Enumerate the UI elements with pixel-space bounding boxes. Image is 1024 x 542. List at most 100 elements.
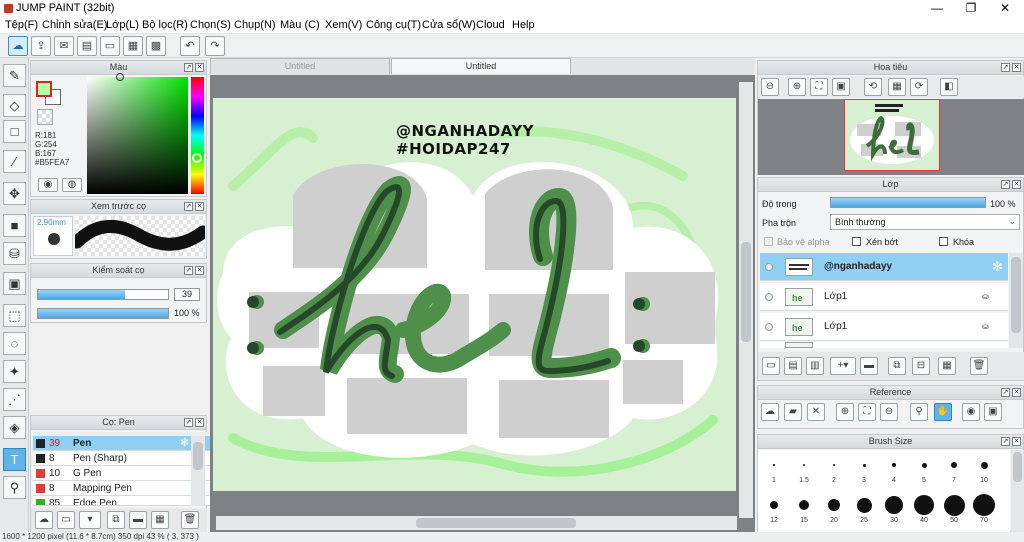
panel-close-icon[interactable]: ✕	[195, 202, 204, 211]
reference-cloud-icon[interactable]: ☁	[761, 403, 779, 421]
flip-icon[interactable]: ◧	[940, 78, 958, 96]
rotate-right-icon[interactable]: ⟳	[910, 78, 928, 96]
share-icon[interactable]: ⇪	[31, 36, 51, 56]
brush-size-cell[interactable]: 15	[789, 492, 819, 526]
undo-icon[interactable]: ↶	[180, 36, 200, 56]
zoom-out-icon[interactable]: ⊖	[761, 78, 779, 96]
panel-float-icon[interactable]: ↗	[184, 266, 193, 275]
layer-visibility-icon[interactable]	[765, 323, 773, 331]
new-brush-icon[interactable]: ▭	[57, 511, 75, 529]
lock-checkbox[interactable]	[939, 237, 948, 246]
hand-icon[interactable]: ✋	[934, 403, 952, 421]
hue-cursor[interactable]	[192, 153, 202, 163]
panel-close-icon[interactable]: ✕	[1012, 180, 1021, 189]
drawing-canvas[interactable]: @NGANHADAYY #HOIDAP247	[213, 98, 736, 491]
panel-close-icon[interactable]: ✕	[195, 266, 204, 275]
brush-size-cell[interactable]: 30	[879, 492, 909, 526]
canvas-horizontal-scrollbar[interactable]	[216, 516, 737, 530]
message-icon[interactable]: ▤	[77, 36, 97, 56]
ref-fit-icon[interactable]: ⛶	[858, 403, 876, 421]
brush-size-cell[interactable]: 5	[909, 452, 939, 486]
rect-tool-icon[interactable]: □	[3, 120, 26, 143]
palette-edit-icon[interactable]: ◍	[62, 178, 82, 192]
menu-help[interactable]: Help	[512, 19, 535, 31]
duplicate-layer-icon[interactable]: ⧉	[888, 357, 906, 375]
gradient-tool-icon[interactable]: ▣	[3, 272, 26, 295]
select-pen-tool-icon[interactable]: ⋰	[3, 388, 26, 411]
close-reference-icon[interactable]: ✕	[807, 403, 825, 421]
panel-close-icon[interactable]: ✕	[1012, 63, 1021, 72]
brush-settings-icon[interactable]: ✻	[180, 436, 189, 449]
eyedropper-tool-icon[interactable]: ⚲	[3, 476, 26, 499]
delete-layer-icon[interactable]: 🗑	[970, 357, 988, 375]
maximize-button[interactable]: ❐	[954, 0, 988, 17]
new-raster-icon[interactable]: ▤	[784, 357, 802, 375]
delete-brush-icon[interactable]: 🗑	[181, 511, 199, 529]
layer-visibility-icon[interactable]	[765, 293, 773, 301]
ref-rotate-icon[interactable]: ◉	[962, 403, 980, 421]
brush-size-cell[interactable]: 1.5	[789, 452, 819, 486]
layer-row[interactable]: he Lớp1 ⛀	[760, 313, 1008, 341]
panel-float-icon[interactable]: ↗	[184, 418, 193, 427]
layer-row[interactable]: @nganhadayy ✻	[760, 253, 1008, 281]
redo-icon[interactable]: ↷	[205, 36, 225, 56]
panel-close-icon[interactable]: ✕	[195, 63, 204, 72]
eraser-tool-icon[interactable]: ◇	[3, 94, 26, 117]
new-layer-icon[interactable]: ▭	[762, 357, 780, 375]
tab-untitled-2[interactable]: Untitled	[391, 58, 571, 74]
brush-size-cell[interactable]: 10	[969, 452, 999, 486]
page-icon[interactable]: ▭	[100, 36, 120, 56]
foreground-color-swatch[interactable]	[36, 81, 52, 97]
brush-size-cell[interactable]: 70	[969, 492, 999, 526]
brush-tool-icon[interactable]: ✎	[3, 64, 26, 87]
brush-size-cell[interactable]: 1	[759, 452, 789, 486]
rotate-left-icon[interactable]: ⟲	[864, 78, 882, 96]
close-button[interactable]: ✕	[988, 0, 1022, 17]
brush-size-cell[interactable]: 40	[909, 492, 939, 526]
panel-float-icon[interactable]: ↗	[1001, 437, 1010, 446]
layer-row[interactable]: he Lớp1 ⛀	[760, 283, 1008, 311]
brush-size-slider[interactable]	[37, 289, 169, 300]
brush-size-cell[interactable]: 4	[879, 452, 909, 486]
zoom-in-icon[interactable]: ⊕	[788, 78, 806, 96]
open-folder-icon[interactable]: ▰	[784, 403, 802, 421]
fill-rect-tool-icon[interactable]: ■	[3, 214, 26, 237]
brush-size-cell[interactable]: 20	[819, 492, 849, 526]
menu-file[interactable]: Tệp(F)	[5, 19, 38, 31]
menu-layer[interactable]: Lớp(L)	[106, 19, 139, 31]
new-page-icon[interactable]: ▥	[806, 357, 824, 375]
copy-brush-icon[interactable]: ⧉	[107, 511, 125, 529]
brush-folder-icon[interactable]: ▬	[129, 511, 147, 529]
brush-size-input[interactable]: 39	[174, 288, 200, 301]
menu-capture[interactable]: Chụp(N)	[234, 19, 276, 31]
layer-opacity-slider[interactable]	[830, 197, 986, 208]
fit-window-icon[interactable]: ⛶	[810, 78, 828, 96]
brush-size-cell[interactable]: 2	[819, 452, 849, 486]
panel-float-icon[interactable]: ↗	[1001, 388, 1010, 397]
panel-close-icon[interactable]: ✕	[195, 418, 204, 427]
magic-wand-tool-icon[interactable]: ✦	[3, 360, 26, 383]
ref-eyedropper-icon[interactable]: ⚲	[910, 403, 928, 421]
document-icon[interactable]: ▦	[123, 36, 143, 56]
layer-settings-icon[interactable]: ✻	[992, 259, 1003, 275]
panel-float-icon[interactable]: ↗	[184, 202, 193, 211]
add-layer-menu-icon[interactable]: +▾	[830, 357, 856, 375]
brush-list-scrollbar[interactable]	[191, 436, 205, 506]
brush-layer-icon[interactable]: ▦	[151, 511, 169, 529]
ref-layer-icon[interactable]: ▣	[984, 403, 1002, 421]
brush-cloud-icon[interactable]: ☁	[35, 511, 53, 529]
cloud-icon[interactable]: ☁	[8, 36, 28, 56]
merge-layer-icon[interactable]: ⊟	[912, 357, 930, 375]
navigator-preview[interactable]	[758, 99, 1024, 175]
brush-size-scrollbar[interactable]	[1011, 450, 1024, 532]
blend-mode-select[interactable]: Bình thường ⌄	[830, 214, 1020, 230]
line-tool-icon[interactable]: ⁄	[3, 150, 26, 173]
brush-size-cell[interactable]: 50	[939, 492, 969, 526]
brush-size-cell[interactable]: 12	[759, 492, 789, 526]
protect-alpha-checkbox[interactable]	[764, 237, 773, 246]
saturation-value-picker[interactable]	[87, 73, 188, 194]
menu-select[interactable]: Chọn(S)	[190, 19, 231, 31]
add-brush-icon[interactable]: ▾	[79, 511, 101, 529]
comment-icon[interactable]: ✉	[54, 36, 74, 56]
menu-cloud[interactable]: Cloud	[476, 19, 505, 31]
